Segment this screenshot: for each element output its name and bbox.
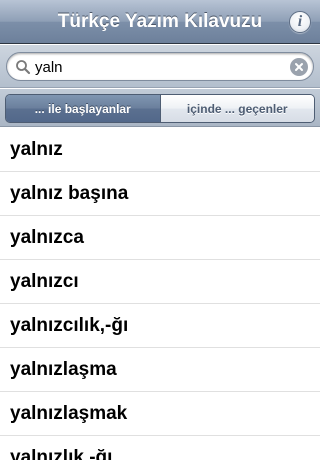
segment-starts-with-label: ... ile başlayanlar (34, 101, 131, 116)
list-item[interactable]: yalnızlaşmak (0, 392, 320, 436)
results-list: yalnız yalnız başına yalnızca yalnızcı y… (0, 128, 320, 460)
scope-bar: ... ile başlayanlar içinde ... geçenler (0, 89, 320, 127)
app-screen: Türkçe Yazım Kılavuzu i ... ile başlayan… (0, 0, 320, 460)
search-field[interactable] (6, 52, 314, 81)
segment-contains-label: içinde ... geçenler (186, 101, 288, 116)
search-input[interactable] (35, 56, 285, 78)
clear-icon (295, 63, 303, 71)
search-icon (16, 60, 31, 75)
info-icon: i (297, 13, 303, 30)
list-item[interactable]: yalnızlaşma (0, 348, 320, 392)
scope-segmented-control: ... ile başlayanlar içinde ... geçenler (5, 94, 315, 123)
segment-contains[interactable]: içinde ... geçenler (160, 95, 314, 122)
clear-button[interactable] (290, 58, 308, 76)
list-item[interactable]: yalnız başına (0, 172, 320, 216)
page-title: Türkçe Yazım Kılavuzu (57, 11, 263, 32)
list-item[interactable]: yalnız (0, 128, 320, 172)
list-item[interactable]: yalnızcı (0, 260, 320, 304)
list-item[interactable]: yalnızca (0, 216, 320, 260)
list-item[interactable]: yalnızlık,-ğı (0, 436, 320, 460)
list-item[interactable]: yalnızcılık,-ğı (0, 304, 320, 348)
navigation-bar: Türkçe Yazım Kılavuzu i (0, 0, 320, 44)
info-button[interactable]: i (289, 11, 311, 33)
search-bar (0, 45, 320, 88)
segment-starts-with[interactable]: ... ile başlayanlar (6, 95, 161, 122)
